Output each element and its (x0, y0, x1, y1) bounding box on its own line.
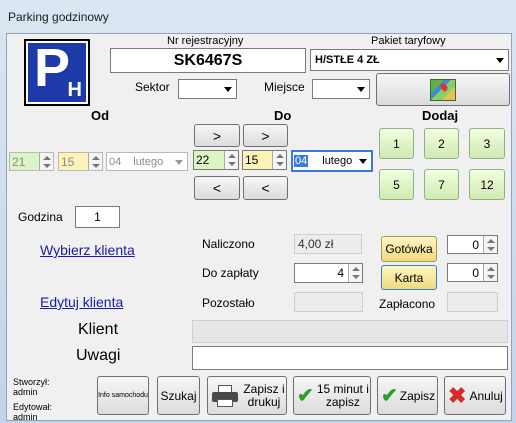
chevron-down-icon (357, 87, 365, 92)
sector-label: Sektor (135, 80, 170, 94)
od-hour-spinner[interactable] (39, 153, 53, 170)
created-label: Stworzył: (13, 377, 50, 387)
charged-field: 4,00 zł (294, 234, 362, 254)
check-icon: ✔ (297, 385, 314, 407)
plate-label: Nr rejestracyjny (167, 35, 244, 47)
rest-field (294, 292, 363, 312)
client-field (192, 320, 508, 343)
chevron-down-icon (224, 87, 232, 92)
charged-label: Naliczono (202, 237, 255, 251)
od-date-select[interactable]: 04 lutego (106, 152, 188, 171)
notes-label: Uwagi (76, 347, 121, 364)
save-label: Zapisz (399, 388, 436, 403)
paid-label: Zapłacono (379, 297, 436, 311)
do-hour-input[interactable]: 22 (193, 150, 239, 170)
window-title: Parking godzinowy (8, 10, 109, 24)
cash-spinner[interactable] (483, 236, 497, 253)
sector-select[interactable] (178, 79, 237, 99)
hours-label: Godzina (18, 210, 63, 224)
edit-client-link[interactable]: Edytuj klienta (40, 294, 123, 310)
do-label: Do (274, 108, 292, 123)
cash-value: 0 (472, 237, 479, 252)
parking-logo: P H (24, 39, 90, 106)
fifteen-minutes-label: 15 minut i zapisz (316, 381, 369, 409)
place-label: Miejsce (264, 80, 305, 94)
paid-field (447, 292, 498, 312)
due-label: Do zapłaty (202, 266, 259, 280)
map-icon (430, 78, 456, 101)
fifteen-minutes-save-button[interactable]: ✔ 15 minut i zapisz (293, 376, 371, 415)
due-input[interactable]: 4 (294, 263, 363, 283)
do-hour-next-button[interactable]: > (194, 124, 240, 147)
od-minute-value: 15 (61, 154, 75, 169)
due-spinner[interactable] (348, 264, 362, 282)
hours-input[interactable]: 1 (75, 206, 120, 228)
logo-letter: P (34, 43, 71, 98)
choose-client-link[interactable]: Wybierz klienta (40, 242, 135, 258)
card-button[interactable]: Karta (381, 265, 437, 290)
do-hour-value: 22 (196, 153, 210, 167)
chevron-down-icon (496, 58, 504, 63)
add-1-hour-button[interactable]: 1 (379, 128, 414, 159)
od-day-value: 04 (109, 155, 122, 168)
add-7-hours-button[interactable]: 7 (424, 169, 459, 200)
edited-by: admin (13, 412, 38, 420)
client-label: Klient (78, 321, 119, 338)
search-button[interactable]: Szukaj (157, 376, 200, 415)
do-minute-value: 15 (245, 153, 259, 167)
do-minute-spinner[interactable] (272, 151, 286, 169)
window: Parking godzinowy P H Nr rejestracyjny S… (0, 0, 516, 423)
do-minute-input[interactable]: 15 (242, 150, 287, 170)
place-select[interactable] (312, 79, 370, 99)
do-month-value: lutego (322, 155, 353, 167)
od-minute-input[interactable]: 15 (58, 152, 103, 171)
card-value: 0 (472, 265, 479, 280)
do-day-value: 04 (294, 155, 309, 167)
edited-label: Edytował: (13, 402, 53, 412)
tariff-label: Pakiet taryfowy (371, 35, 446, 47)
cash-input[interactable]: 0 (447, 235, 498, 254)
plate-input[interactable]: SK6467S (110, 48, 306, 73)
due-value: 4 (337, 266, 344, 280)
add-2-hours-button[interactable]: 2 (424, 128, 459, 159)
chevron-down-icon (175, 159, 183, 165)
save-print-button[interactable]: Zapisz i drukuj (207, 376, 287, 415)
add-12-hours-button[interactable]: 12 (469, 169, 505, 200)
do-hour-spinner[interactable] (224, 151, 238, 169)
add-3-hours-button[interactable]: 3 (469, 128, 505, 159)
od-hour-value: 21 (12, 154, 26, 169)
check-icon: ✔ (381, 385, 398, 407)
rest-label: Pozostało (202, 296, 255, 310)
save-button[interactable]: ✔ Zapisz (377, 376, 438, 415)
do-minute-next-button[interactable]: > (243, 124, 288, 147)
od-month-value: lutego (133, 155, 164, 168)
od-minute-spinner[interactable] (88, 153, 102, 170)
dodaj-label: Dodaj (422, 108, 459, 123)
od-hour-input[interactable]: 21 (9, 152, 54, 171)
od-label: Od (91, 108, 110, 123)
tariff-select[interactable]: H/STŁE 4 ZŁ (310, 49, 509, 71)
cash-button[interactable]: Gotówka (381, 236, 437, 262)
car-info-button[interactable]: Info samochodu (97, 376, 149, 415)
tariff-value: H/STŁE 4 ZŁ (315, 54, 380, 66)
chevron-down-icon (359, 159, 367, 164)
save-print-label: Zapisz i drukuj (243, 381, 285, 409)
close-icon: ✖ (448, 382, 467, 408)
do-date-select[interactable]: 04 lutego (291, 150, 373, 172)
map-button[interactable] (376, 73, 510, 106)
printer-icon (212, 384, 238, 407)
card-input[interactable]: 0 (447, 263, 498, 282)
add-5-hours-button[interactable]: 5 (379, 169, 414, 200)
logo-sub: H (67, 79, 82, 101)
cancel-button[interactable]: ✖ Anuluj (444, 376, 506, 415)
do-hour-prev-button[interactable]: < (194, 176, 240, 200)
notes-input[interactable] (192, 346, 508, 370)
form-panel: P H Nr rejestracyjny SK6467S Pakiet tary… (6, 33, 512, 421)
do-minute-prev-button[interactable]: < (243, 176, 288, 200)
cancel-label: Anuluj (469, 388, 503, 403)
created-by: admin (13, 387, 38, 397)
card-spinner[interactable] (483, 264, 497, 281)
